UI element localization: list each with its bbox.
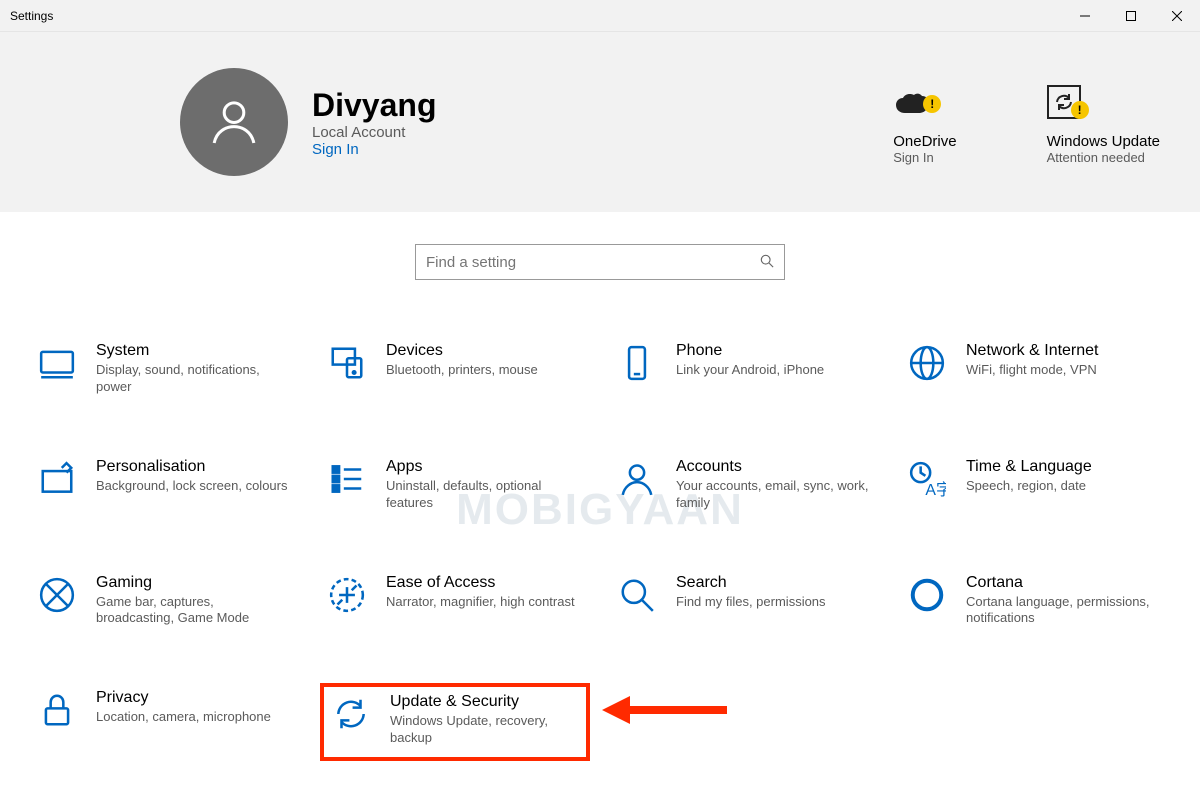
category-apps[interactable]: Apps Uninstall, defaults, optional featur… (320, 452, 590, 522)
cortana-icon (906, 574, 948, 616)
category-title: Update & Security (390, 693, 580, 711)
close-button[interactable] (1154, 0, 1200, 31)
windows-update-tile[interactable]: ! Windows Update Attention needed (1047, 79, 1160, 165)
category-title: Devices (386, 342, 538, 360)
personalisation-icon (36, 458, 78, 500)
minimize-button[interactable] (1062, 0, 1108, 31)
privacy-icon (36, 689, 78, 731)
category-title: Network & Internet (966, 342, 1099, 360)
user-subtitle: Local Account (312, 124, 436, 141)
category-title: Accounts (676, 458, 874, 476)
category-accounts[interactable]: Accounts Your accounts, email, sync, work… (610, 452, 880, 522)
category-time[interactable]: A字 Time & Language Speech, region, date (900, 452, 1170, 522)
category-desc: Game bar, captures, broadcasting, Game M… (96, 594, 294, 628)
maximize-button[interactable] (1108, 0, 1154, 31)
onedrive-title: OneDrive (893, 133, 956, 150)
category-title: Apps (386, 458, 584, 476)
category-title: Cortana (966, 574, 1164, 592)
category-network[interactable]: Network & Internet WiFi, flight mode, VPN (900, 336, 1170, 406)
category-title: Gaming (96, 574, 294, 592)
gaming-icon (36, 574, 78, 616)
accounts-icon (616, 458, 658, 500)
category-privacy[interactable]: Privacy Location, camera, microphone (30, 683, 300, 761)
category-system[interactable]: System Display, sound, notifications, pow… (30, 336, 300, 406)
window-controls (1062, 0, 1200, 31)
category-desc: Uninstall, defaults, optional features (386, 478, 584, 512)
category-desc: Display, sound, notifications, power (96, 362, 294, 396)
windows-update-subtitle: Attention needed (1047, 150, 1160, 165)
network-icon (906, 342, 948, 384)
category-phone[interactable]: Phone Link your Android, iPhone (610, 336, 880, 406)
category-desc: Location, camera, microphone (96, 709, 271, 726)
user-icon (206, 94, 262, 150)
category-desc: Cortana language, permissions, notificat… (966, 594, 1164, 628)
warning-badge-icon: ! (923, 95, 941, 113)
phone-icon (616, 342, 658, 384)
search-box[interactable] (415, 244, 785, 280)
category-desc: Narrator, magnifier, high contrast (386, 594, 575, 611)
category-title: System (96, 342, 294, 360)
categories-grid: System Display, sound, notifications, pow… (0, 280, 1200, 761)
category-personalisation[interactable]: Personalisation Background, lock screen, … (30, 452, 300, 522)
system-icon (36, 342, 78, 384)
avatar (180, 68, 288, 176)
ease-icon (326, 574, 368, 616)
devices-icon (326, 342, 368, 384)
category-desc: Background, lock screen, colours (96, 478, 287, 495)
user-profile[interactable]: Divyang Local Account Sign In (180, 68, 436, 176)
category-title: Time & Language (966, 458, 1092, 476)
category-desc: Windows Update, recovery, backup (390, 713, 580, 747)
category-title: Ease of Access (386, 574, 575, 592)
onedrive-subtitle: Sign In (893, 150, 956, 165)
header-tiles: ! OneDrive Sign In ! Windows Update Atte… (893, 79, 1160, 165)
windows-update-title: Windows Update (1047, 133, 1160, 150)
category-cortana[interactable]: Cortana Cortana language, permissions, no… (900, 568, 1170, 638)
category-update-security[interactable]: Update & Security Windows Update, recover… (320, 683, 590, 761)
search-icon (760, 254, 774, 271)
title-bar: Settings (0, 0, 1200, 32)
category-gaming[interactable]: Gaming Game bar, captures, broadcasting, … (30, 568, 300, 638)
category-title: Search (676, 574, 826, 592)
window-title: Settings (10, 9, 53, 23)
category-ease[interactable]: Ease of Access Narrator, magnifier, high … (320, 568, 590, 638)
category-desc: Find my files, permissions (676, 594, 826, 611)
search-category-icon (616, 574, 658, 616)
search-input[interactable] (426, 254, 760, 271)
category-devices[interactable]: Devices Bluetooth, printers, mouse (320, 336, 590, 406)
category-desc: WiFi, flight mode, VPN (966, 362, 1099, 379)
category-title: Phone (676, 342, 824, 360)
user-name: Divyang (312, 87, 436, 124)
sign-in-link[interactable]: Sign In (312, 141, 436, 158)
svg-text:A字: A字 (925, 481, 946, 498)
profile-text: Divyang Local Account Sign In (312, 87, 436, 158)
time-icon: A字 (906, 458, 948, 500)
category-desc: Speech, region, date (966, 478, 1092, 495)
category-title: Privacy (96, 689, 271, 707)
category-title: Personalisation (96, 458, 287, 476)
apps-icon (326, 458, 368, 500)
update-security-icon (330, 693, 372, 735)
category-desc: Your accounts, email, sync, work, family (676, 478, 874, 512)
category-search[interactable]: Search Find my files, permissions (610, 568, 880, 638)
category-desc: Link your Android, iPhone (676, 362, 824, 379)
header-band: Divyang Local Account Sign In ! OneDrive… (0, 32, 1200, 212)
onedrive-tile[interactable]: ! OneDrive Sign In (893, 79, 956, 165)
warning-badge-icon: ! (1071, 101, 1089, 119)
category-desc: Bluetooth, printers, mouse (386, 362, 538, 379)
search-row (0, 244, 1200, 280)
